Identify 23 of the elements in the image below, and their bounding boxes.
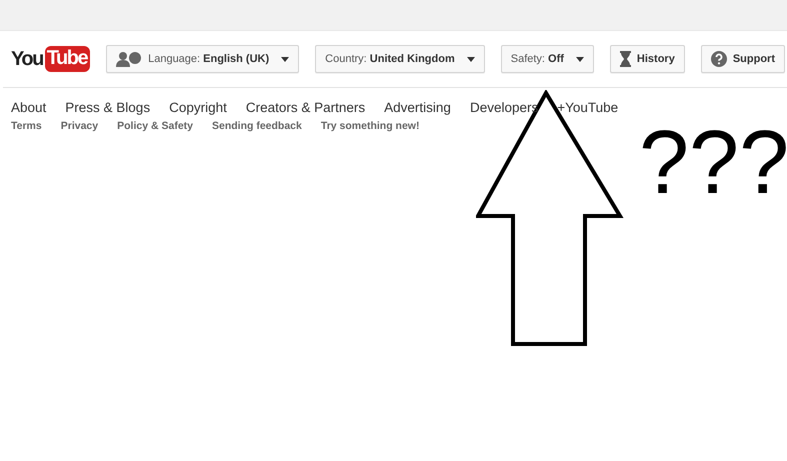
footer-link[interactable]: About [11, 100, 46, 115]
footer-link[interactable]: Privacy [60, 120, 98, 132]
footer-link[interactable]: Press & Blogs [65, 100, 150, 115]
footer-link[interactable]: +YouTube [557, 100, 618, 115]
toolbar-button[interactable]: Support [700, 45, 785, 73]
toolbar-button[interactable]: History [610, 45, 685, 73]
footer-link[interactable]: Sending feedback [212, 120, 302, 132]
caret-icon [466, 56, 475, 62]
footer-link[interactable]: Creators & Partners [246, 100, 366, 115]
footer-link[interactable]: Copyright [169, 100, 227, 115]
toolbar-button[interactable]: Safety: Off [500, 45, 594, 73]
hourglass-icon [620, 51, 631, 67]
footer-link[interactable]: Advertising [384, 100, 451, 115]
caret-icon [281, 56, 290, 62]
people-icon [116, 51, 142, 67]
help-icon [710, 51, 727, 67]
toolbar-button[interactable]: Language: English (UK) [106, 45, 300, 73]
toolbar-button[interactable]: Country: United Kingdom [315, 45, 485, 73]
footer-link[interactable]: Try something new! [320, 120, 420, 132]
annotation-text: ??? [639, 118, 787, 208]
caret-icon [576, 56, 584, 62]
footer-link[interactable]: Terms [11, 120, 42, 132]
footer-link[interactable]: Policy & Safety [117, 120, 193, 132]
